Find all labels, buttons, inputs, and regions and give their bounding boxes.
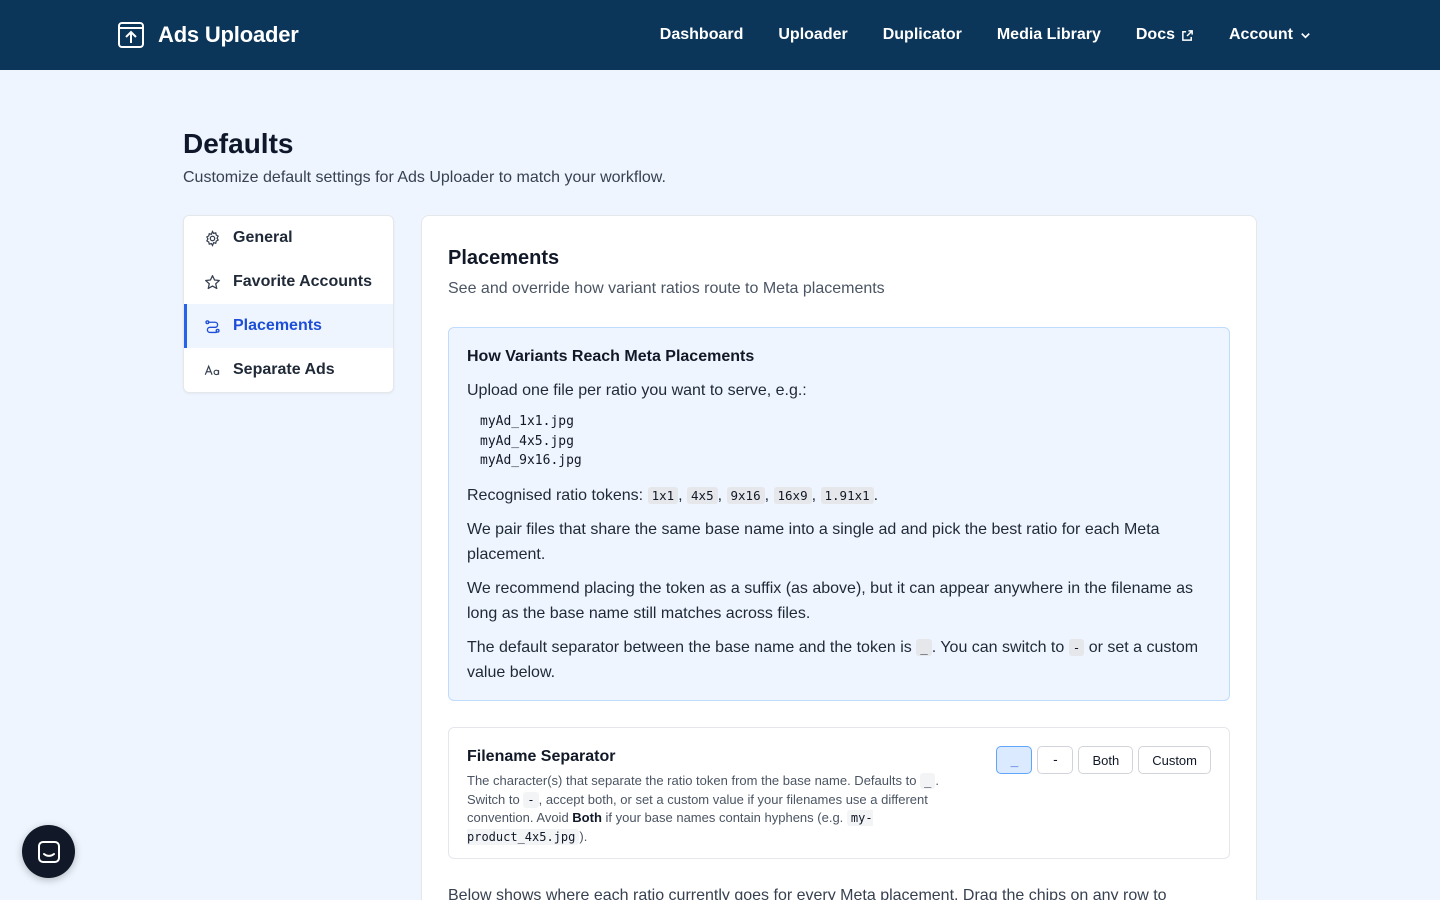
nav-label: Dashboard — [659, 26, 744, 43]
brand-name: Ads Uploader — [158, 22, 299, 47]
nav-media-library[interactable]: Media Library — [997, 26, 1101, 44]
separator-chip: _ — [920, 773, 936, 789]
example-filenames: myAd_1x1.jpg myAd_4x5.jpg myAd_9x16.jpg — [480, 412, 1211, 471]
page-subtitle: Customize default settings for Ads Uploa… — [183, 169, 666, 186]
text-segment: if your base names contain hyphens (e.g. — [605, 810, 844, 825]
nav-dashboard[interactable]: Dashboard — [660, 26, 744, 44]
nav-docs[interactable]: Docs — [1136, 26, 1194, 44]
placements-panel: Placements See and override how variant … — [421, 215, 1257, 900]
separator-both-button[interactable]: Both — [1078, 746, 1134, 774]
example-filename: myAd_1x1.jpg — [480, 414, 574, 429]
section-subtitle: See and override how variant ratios rout… — [448, 280, 885, 297]
info-heading: How Variants Reach Meta Placements — [467, 348, 755, 365]
sidebar-item-general[interactable]: General — [184, 216, 393, 260]
chat-icon — [37, 840, 60, 863]
placement-map-intro: Below shows where each ratio currently g… — [448, 887, 1167, 900]
nav-label: Uploader — [778, 26, 848, 43]
text-case-icon — [204, 364, 220, 375]
ratio-token: 1x1 — [647, 486, 679, 504]
nav-account[interactable]: Account — [1229, 26, 1312, 44]
separator-hyphen-button[interactable]: - — [1037, 746, 1074, 774]
separator-note: The default separator between the base n… — [467, 635, 1211, 685]
tokens-label: Recognised ratio tokens: — [467, 486, 644, 504]
sidebar-item-placements[interactable]: Placements — [184, 304, 393, 348]
text-segment: ). — [579, 828, 588, 844]
top-navbar: Ads Uploader Dashboard Uploader Duplicat… — [0, 0, 1440, 70]
nav-label: Account — [1229, 26, 1293, 43]
external-link-icon — [1182, 29, 1193, 41]
text-segment: The character(s) that separate the ratio… — [467, 773, 917, 788]
separator-custom-button[interactable]: Custom — [1138, 746, 1211, 774]
section-title: Placements — [448, 247, 560, 269]
info-intro: Upload one file per ratio you want to se… — [467, 382, 807, 399]
ratio-token: 16x9 — [773, 486, 812, 504]
gear-icon — [206, 229, 219, 247]
separator-title: Filename Separator — [467, 748, 616, 765]
nav-uploader[interactable]: Uploader — [778, 26, 847, 44]
example-filename: myAd_4x5.jpg — [480, 433, 574, 449]
text-segment: . You can switch to — [931, 638, 1065, 656]
separator-chip: - — [523, 791, 539, 808]
upload-box-icon — [118, 22, 144, 48]
sidebar-item-label: Placements — [233, 317, 322, 334]
sidebar-item-favorite-accounts[interactable]: Favorite Accounts — [184, 260, 393, 304]
brand[interactable]: Ads Uploader — [116, 20, 299, 50]
pairing-text: We pair files that share the same base n… — [467, 520, 1160, 563]
separator-description: The character(s) that separate the ratio… — [467, 772, 967, 846]
nav-label: Media Library — [996, 26, 1101, 43]
nav-label: Duplicator — [882, 26, 962, 43]
chat-launcher[interactable] — [22, 825, 75, 878]
separator-chip: _ — [916, 638, 932, 656]
page-title: Defaults — [183, 128, 294, 159]
sidebar-item-label: General — [233, 229, 293, 246]
separator-options: _ - Both Custom — [996, 746, 1211, 774]
ratio-token: 1.91x1 — [820, 486, 874, 504]
suffix-note: We recommend placing the token as a suff… — [467, 579, 1194, 622]
nav-label: Docs — [1135, 26, 1175, 43]
chevron-down-icon — [1301, 32, 1310, 39]
text-segment: The default separator between the base n… — [467, 638, 912, 656]
separator-chip: - — [1068, 638, 1085, 656]
sidebar-item-separate-ads[interactable]: Separate Ads — [184, 348, 393, 392]
example-filename: myAd_9x16.jpg — [480, 453, 582, 468]
text-emphasis: Both — [572, 810, 602, 825]
sidebar-item-label: Favorite Accounts — [233, 273, 372, 290]
star-icon — [205, 274, 220, 289]
tokens-line: Recognised ratio tokens: 1x1, 4x5, 9x16,… — [467, 486, 879, 504]
info-box: How Variants Reach Meta Placements Uploa… — [448, 327, 1230, 701]
nav-duplicator[interactable]: Duplicator — [883, 26, 962, 44]
ratio-token: 4x5 — [687, 486, 718, 504]
filename-separator-card: Filename Separator The character(s) that… — [448, 727, 1230, 859]
sidebar-item-label: Separate Ads — [233, 361, 335, 378]
main-nav: Dashboard Uploader Duplicator Media Libr… — [660, 0, 1312, 70]
separator-underscore-button[interactable]: _ — [996, 746, 1033, 774]
route-icon — [205, 319, 220, 333]
ratio-token: 9x16 — [726, 486, 765, 504]
settings-sidebar: General Favorite Accounts Placements Sep… — [183, 215, 394, 393]
